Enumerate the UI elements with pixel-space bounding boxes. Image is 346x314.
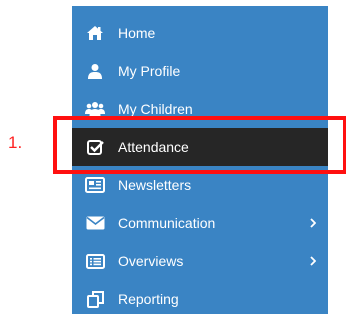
envelope-icon bbox=[72, 204, 118, 242]
sidebar-item-home[interactable]: Home bbox=[72, 14, 328, 52]
sidebar-item-label: My Children bbox=[118, 101, 193, 117]
sidebar-item-reporting[interactable]: Reporting bbox=[72, 280, 328, 314]
sidebar-item-label: Reporting bbox=[118, 291, 179, 307]
sidebar-item-newsletters[interactable]: Newsletters bbox=[72, 166, 328, 204]
list-alt-icon bbox=[72, 242, 118, 280]
users-icon bbox=[72, 90, 118, 128]
sidebar-nav: Home My Profile My Children Attendance N… bbox=[72, 6, 328, 314]
sidebar-item-label: Home bbox=[118, 25, 156, 41]
sidebar-item-overviews[interactable]: Overviews bbox=[72, 242, 328, 280]
sidebar-item-label: Newsletters bbox=[118, 177, 192, 193]
sidebar-item-my-children[interactable]: My Children bbox=[72, 90, 328, 128]
sidebar-item-label: Attendance bbox=[118, 139, 189, 155]
check-square-icon bbox=[72, 128, 118, 166]
sidebar-item-communication[interactable]: Communication bbox=[72, 204, 328, 242]
chevron-right-icon bbox=[310, 218, 316, 228]
sidebar-item-label: My Profile bbox=[118, 63, 181, 79]
sidebar-item-label: Overviews bbox=[118, 253, 184, 269]
chevron-right-icon bbox=[310, 256, 316, 266]
sidebar-item-label: Communication bbox=[118, 215, 216, 231]
home-icon bbox=[72, 14, 118, 52]
sidebar-item-attendance[interactable]: Attendance bbox=[72, 128, 328, 166]
copy-icon bbox=[72, 280, 118, 314]
step-number-annotation: 1. bbox=[8, 133, 23, 152]
sidebar-item-my-profile[interactable]: My Profile bbox=[72, 52, 328, 90]
newspaper-icon bbox=[72, 166, 118, 204]
user-icon bbox=[72, 52, 118, 90]
